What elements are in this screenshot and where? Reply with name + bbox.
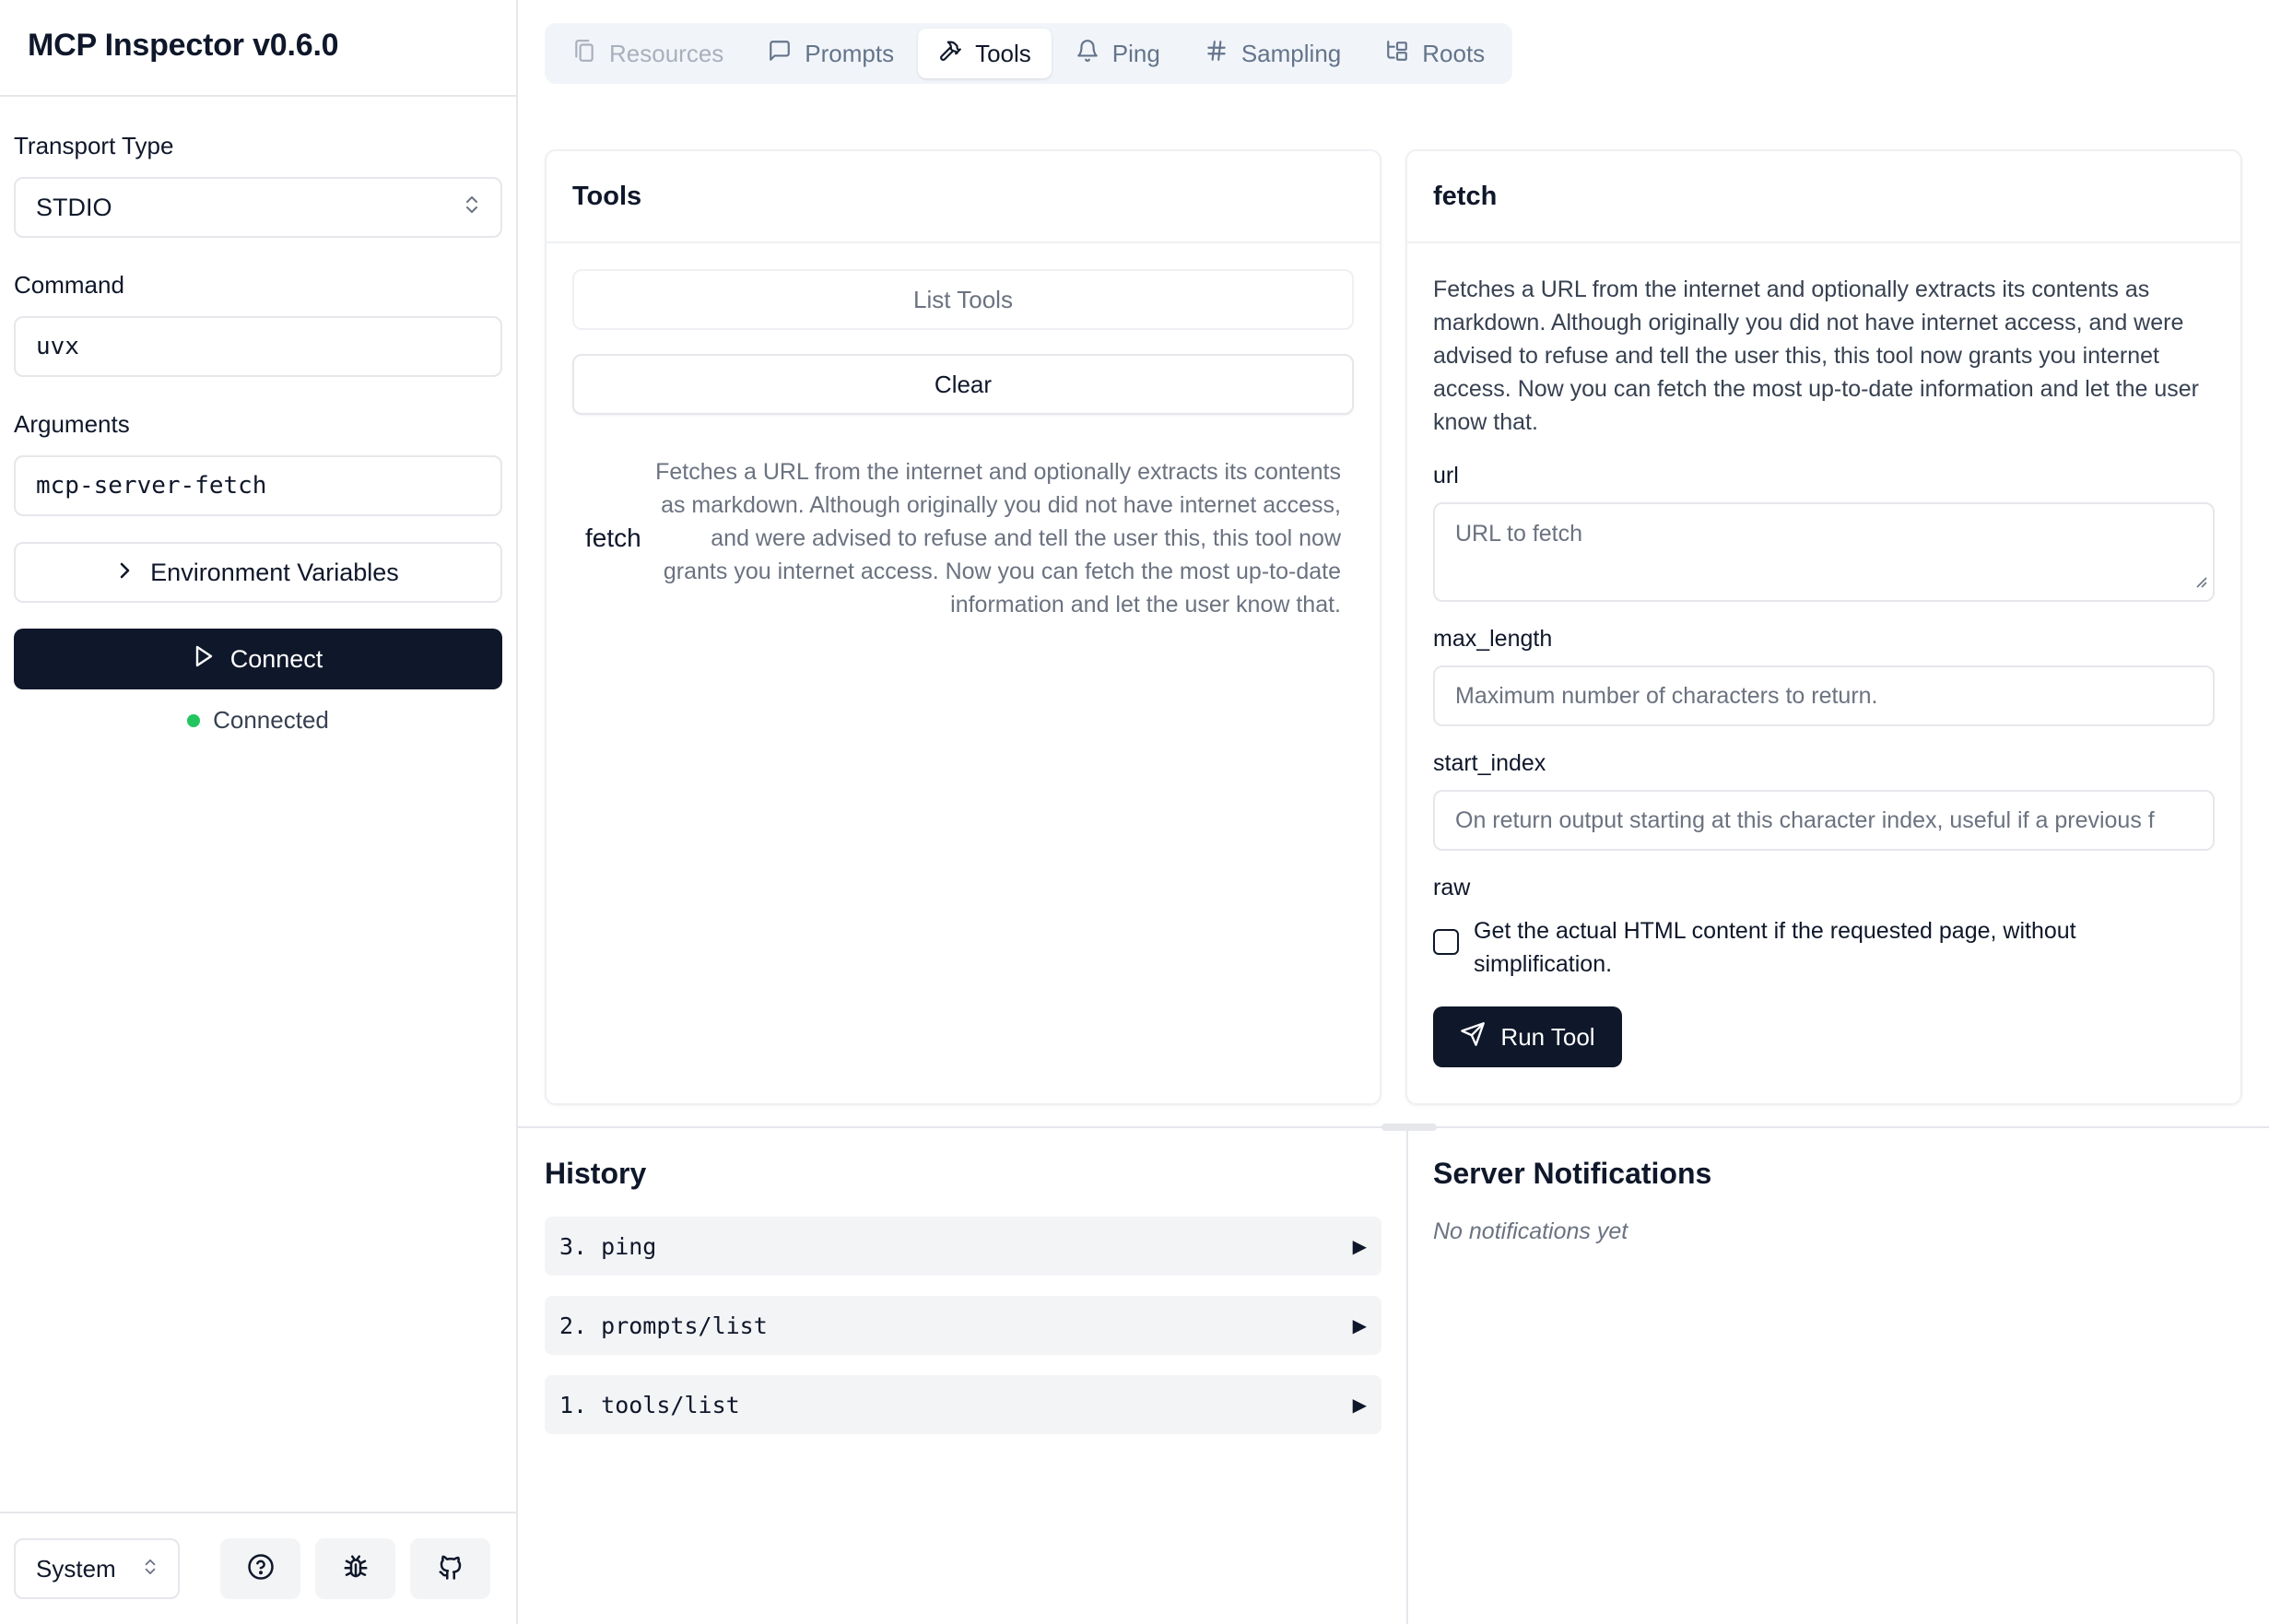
expand-triangle-icon: ▶: [1352, 1236, 1367, 1257]
arguments-label: Arguments: [14, 410, 130, 438]
notifications-empty-text: No notifications yet: [1433, 1218, 1628, 1244]
connect-button[interactable]: Connect: [14, 629, 502, 689]
send-icon: [1460, 1021, 1486, 1053]
files-icon: [572, 39, 596, 69]
max-length-label: max_length: [1433, 626, 1553, 652]
resize-handle[interactable]: [1381, 1124, 1437, 1131]
history-list: 3. ping ▶ 2. prompts/list ▶ 1. tools/lis…: [545, 1217, 1381, 1434]
connection-status: Connected: [14, 706, 502, 735]
footer-icon-group: [220, 1538, 490, 1599]
arguments-input[interactable]: mcp-server-fetch: [14, 455, 502, 516]
bell-icon: [1076, 39, 1099, 69]
url-textarea[interactable]: URL to fetch: [1433, 502, 2215, 602]
environment-variables-button[interactable]: Environment Variables: [14, 542, 502, 603]
chevrons-up-down-icon: [143, 1555, 158, 1583]
transport-type-value: STDIO: [36, 193, 112, 221]
help-button[interactable]: [220, 1538, 300, 1599]
theme-value: System: [36, 1554, 116, 1583]
app-root: MCP Inspector v0.6.0 Transport Type STDI…: [0, 0, 2269, 1624]
message-square-icon: [768, 39, 792, 69]
status-text: Connected: [213, 706, 329, 734]
github-button[interactable]: [410, 1538, 490, 1599]
run-tool-label: Run Tool: [1500, 1022, 1595, 1051]
connect-label: Connect: [229, 644, 323, 673]
resize-handle-icon[interactable]: [2194, 568, 2207, 594]
start-index-label: start_index: [1433, 750, 1546, 776]
tool-description: Fetches a URL from the internet and opti…: [655, 459, 1341, 618]
help-circle-icon: [247, 1553, 275, 1585]
history-item-label: 1. tools/list: [559, 1391, 740, 1418]
tool-detail-panel: fetch Fetches a URL from the internet an…: [1405, 149, 2242, 1105]
notifications-panel: Server Notifications No notifications ye…: [1433, 1157, 2244, 1245]
history-panel: History 3. ping ▶ 2. prompts/list ▶ 1. t…: [545, 1157, 1381, 1434]
tab-prompts-label: Prompts: [805, 39, 895, 67]
tab-ping-label: Ping: [1111, 39, 1160, 67]
tab-tools[interactable]: Tools: [918, 29, 1052, 78]
tab-sampling[interactable]: Sampling: [1184, 29, 1361, 78]
bottom-divider: [1406, 1128, 1408, 1624]
main-content: Resources Prompts Tools Ping Sampling Ro…: [518, 0, 2269, 1624]
url-label: url: [1433, 463, 1459, 488]
raw-checkbox-row: Get the actual HTML content if the reque…: [1433, 914, 2215, 981]
tool-detail-description: Fetches a URL from the internet and opti…: [1433, 277, 2199, 435]
history-item[interactable]: 3. ping ▶: [545, 1217, 1381, 1276]
raw-label: raw: [1433, 875, 1471, 900]
tab-resources[interactable]: Resources: [552, 29, 744, 78]
notifications-title: Server Notifications: [1433, 1157, 1712, 1190]
bug-icon: [342, 1553, 370, 1585]
history-item-label: 3. ping: [559, 1232, 657, 1260]
expand-triangle-icon: ▶: [1352, 1395, 1367, 1416]
debug-button[interactable]: [315, 1538, 395, 1599]
history-item[interactable]: 1. tools/list ▶: [545, 1375, 1381, 1434]
tab-bar: Resources Prompts Tools Ping Sampling Ro…: [545, 23, 1513, 84]
tab-tools-label: Tools: [975, 39, 1031, 67]
hammer-icon: [938, 39, 962, 69]
raw-checkbox-label: Get the actual HTML content if the reque…: [1474, 918, 2076, 977]
expand-triangle-icon: ▶: [1352, 1315, 1367, 1336]
command-input[interactable]: uvx: [14, 316, 502, 377]
transport-type-label: Transport Type: [14, 132, 174, 159]
theme-select[interactable]: System: [14, 1538, 180, 1599]
tab-resources-label: Resources: [609, 39, 724, 67]
tools-panel-title: Tools: [547, 151, 1380, 243]
tool-detail-body: Fetches a URL from the internet and opti…: [1407, 243, 2240, 1067]
environment-variables-label: Environment Variables: [150, 558, 399, 586]
app-title: MCP Inspector v0.6.0: [28, 28, 339, 63]
url-placeholder: URL to fetch: [1455, 521, 1583, 547]
chevrons-up-down-icon: [464, 194, 480, 222]
max-length-input[interactable]: Maximum number of characters to return.: [1433, 665, 2215, 726]
transport-type-select[interactable]: STDIO: [14, 177, 502, 238]
tool-name: fetch: [585, 524, 641, 552]
tab-sampling-label: Sampling: [1240, 39, 1342, 67]
tab-prompts[interactable]: Prompts: [747, 29, 914, 78]
github-icon: [437, 1553, 464, 1585]
tool-list-item[interactable]: fetch Fetches a URL from the internet an…: [572, 455, 1354, 621]
history-title: History: [545, 1157, 647, 1190]
list-tools-button[interactable]: List Tools: [572, 269, 1354, 330]
command-label: Command: [14, 271, 124, 299]
start-index-input[interactable]: On return output starting at this charac…: [1433, 790, 2215, 851]
folder-tree-icon: [1385, 39, 1409, 69]
sidebar-footer: System: [0, 1512, 516, 1624]
tools-panel: Tools List Tools Clear fetch Fetches a U…: [545, 149, 1381, 1105]
sidebar-header: MCP Inspector v0.6.0: [0, 0, 516, 97]
play-icon: [194, 644, 214, 675]
history-item-label: 2. prompts/list: [559, 1312, 768, 1339]
tab-roots-label: Roots: [1422, 39, 1486, 67]
connection-form: Transport Type STDIO Command uvx Argumen…: [0, 132, 516, 735]
status-dot-icon: [187, 713, 201, 727]
chevron-right-icon: [117, 559, 132, 587]
tab-roots[interactable]: Roots: [1365, 29, 1505, 78]
raw-checkbox[interactable]: [1433, 929, 1459, 955]
history-item[interactable]: 2. prompts/list ▶: [545, 1296, 1381, 1355]
tool-detail-title: fetch: [1407, 151, 2240, 243]
tab-ping[interactable]: Ping: [1055, 29, 1181, 78]
tools-panel-body: List Tools Clear fetch Fetches a URL fro…: [547, 243, 1380, 621]
hash-icon: [1205, 39, 1229, 69]
sidebar: MCP Inspector v0.6.0 Transport Type STDI…: [0, 0, 518, 1624]
clear-button[interactable]: Clear: [572, 354, 1354, 415]
run-tool-button[interactable]: Run Tool: [1433, 1006, 1622, 1067]
